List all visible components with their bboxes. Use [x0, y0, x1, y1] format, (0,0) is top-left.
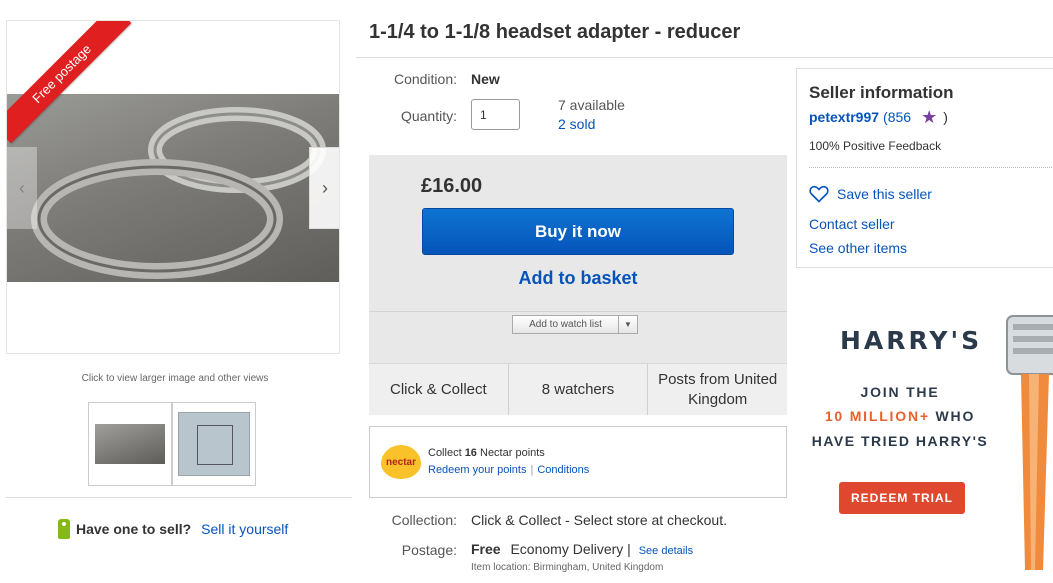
- price-tag-icon: [58, 519, 70, 539]
- divider: [356, 57, 1053, 58]
- condition-label: Condition:: [393, 71, 457, 87]
- seller-name-row: petextr997 (856 ★ ): [809, 107, 948, 127]
- nectar-collect-text: Collect 16 Nectar points: [428, 447, 545, 459]
- sell-it-yourself-link[interactable]: Sell it yourself: [201, 521, 288, 537]
- nectar-points-box: nectar Collect 16 Nectar points Redeem y…: [369, 426, 787, 498]
- quantity-input[interactable]: [471, 99, 520, 130]
- ad-headline-2: 10 MILLION+ WHO: [796, 408, 1004, 424]
- price: £16.00: [421, 175, 483, 197]
- item-title: 1-1/4 to 1-1/8 headset adapter - reducer: [369, 21, 741, 43]
- advertisement-banner[interactable]: HARRY'S JOIN THE 10 MILLION+ WHO HAVE TR…: [796, 278, 1053, 583]
- see-details-link[interactable]: See details: [639, 545, 693, 557]
- ad-highlight: 10 MILLION+: [824, 408, 930, 424]
- postage-service: Economy Delivery |: [510, 541, 631, 557]
- feedback-score-link[interactable]: (856: [883, 109, 911, 125]
- free-postage-label: Free postage: [7, 21, 132, 144]
- watchers-count: 8 watchers: [508, 364, 649, 415]
- buy-it-now-button[interactable]: Buy it now: [422, 208, 734, 255]
- nectar-links: Redeem your points | Conditions: [428, 464, 589, 476]
- add-to-basket-button[interactable]: Add to basket: [422, 268, 734, 289]
- item-location: Item location: Birmingham, United Kingdo…: [471, 562, 664, 573]
- sell-prompt: Have one to sell? Sell it yourself: [58, 519, 288, 539]
- save-this-seller-link[interactable]: Save this seller: [837, 186, 932, 202]
- click-collect-info: Click & Collect: [369, 364, 509, 415]
- previous-image-arrow-icon[interactable]: ‹: [7, 147, 37, 229]
- condition-value: New: [471, 71, 500, 87]
- postage-label: Postage:: [401, 542, 457, 558]
- collection-label: Collection:: [391, 512, 457, 528]
- image-gallery[interactable]: ‹ › Free postage: [6, 20, 340, 354]
- thumbnail-diagram: [178, 412, 250, 476]
- free-postage-ribbon: Free postage: [7, 21, 137, 151]
- ad-headline-2-rest: WHO: [929, 408, 976, 424]
- collect-suffix: Nectar points: [480, 447, 545, 459]
- divider: [6, 497, 352, 498]
- ad-headline-3: HAVE TRIED HARRY'S: [811, 433, 989, 449]
- divider: [809, 167, 1053, 168]
- seller-heading: Seller information: [809, 83, 954, 102]
- collection-value: Click & Collect - Select store at checko…: [471, 512, 727, 528]
- collect-prefix: Collect: [428, 447, 462, 459]
- chevron-down-icon[interactable]: ▼: [619, 316, 637, 333]
- redeem-trial-button[interactable]: REDEEM TRIAL: [839, 482, 965, 514]
- sell-question: Have one to sell?: [76, 521, 192, 537]
- heart-icon[interactable]: [809, 185, 829, 203]
- item-info-row: Click & Collect 8 watchers Posts from Un…: [369, 363, 788, 415]
- ad-brand-logo: HARRY'S: [840, 326, 983, 355]
- nectar-conditions-link[interactable]: Conditions: [537, 464, 589, 476]
- postage-free: Free: [471, 541, 501, 557]
- postage-value: Free Economy Delivery | See details: [471, 541, 693, 557]
- link-separator: |: [530, 464, 534, 476]
- nectar-logo-icon: nectar: [381, 445, 421, 479]
- posts-from-info: Posts from United Kingdom: [648, 364, 788, 415]
- seller-name-link[interactable]: petextr997: [809, 109, 879, 125]
- redeem-points-link[interactable]: Redeem your points: [428, 464, 526, 476]
- sold-count-link[interactable]: 2 sold: [558, 116, 595, 132]
- save-seller-row[interactable]: Save this seller: [809, 185, 932, 203]
- see-other-items-link[interactable]: See other items: [809, 240, 907, 256]
- buy-box: £16.00 Buy it now Add to basket Add to w…: [369, 155, 788, 415]
- ad-headline-1: JOIN THE: [860, 384, 940, 400]
- nectar-points-value: 16: [464, 447, 477, 459]
- razor-image: [1006, 315, 1053, 570]
- positive-feedback: 100% Positive Feedback: [809, 139, 942, 153]
- next-image-arrow-icon[interactable]: ›: [309, 147, 339, 229]
- view-larger-hint: Click to view larger image and other vie…: [81, 373, 269, 384]
- thumbnail-photo: [95, 424, 165, 464]
- add-to-watch-list-button[interactable]: Add to watch list ▼: [512, 315, 638, 334]
- star-icon: ★: [921, 107, 938, 127]
- divider: [369, 311, 787, 312]
- feedback-score-close: ): [943, 109, 948, 125]
- seller-information-box: Seller information petextr997 (856 ★ ) 1…: [796, 68, 1053, 268]
- thumbnail-image-1[interactable]: [88, 402, 172, 486]
- quantity-label: Quantity:: [400, 108, 457, 124]
- watch-list-label[interactable]: Add to watch list: [513, 316, 619, 333]
- available-count: 7 available: [558, 97, 625, 113]
- thumbnail-image-2[interactable]: [172, 402, 256, 486]
- contact-seller-link[interactable]: Contact seller: [809, 216, 895, 232]
